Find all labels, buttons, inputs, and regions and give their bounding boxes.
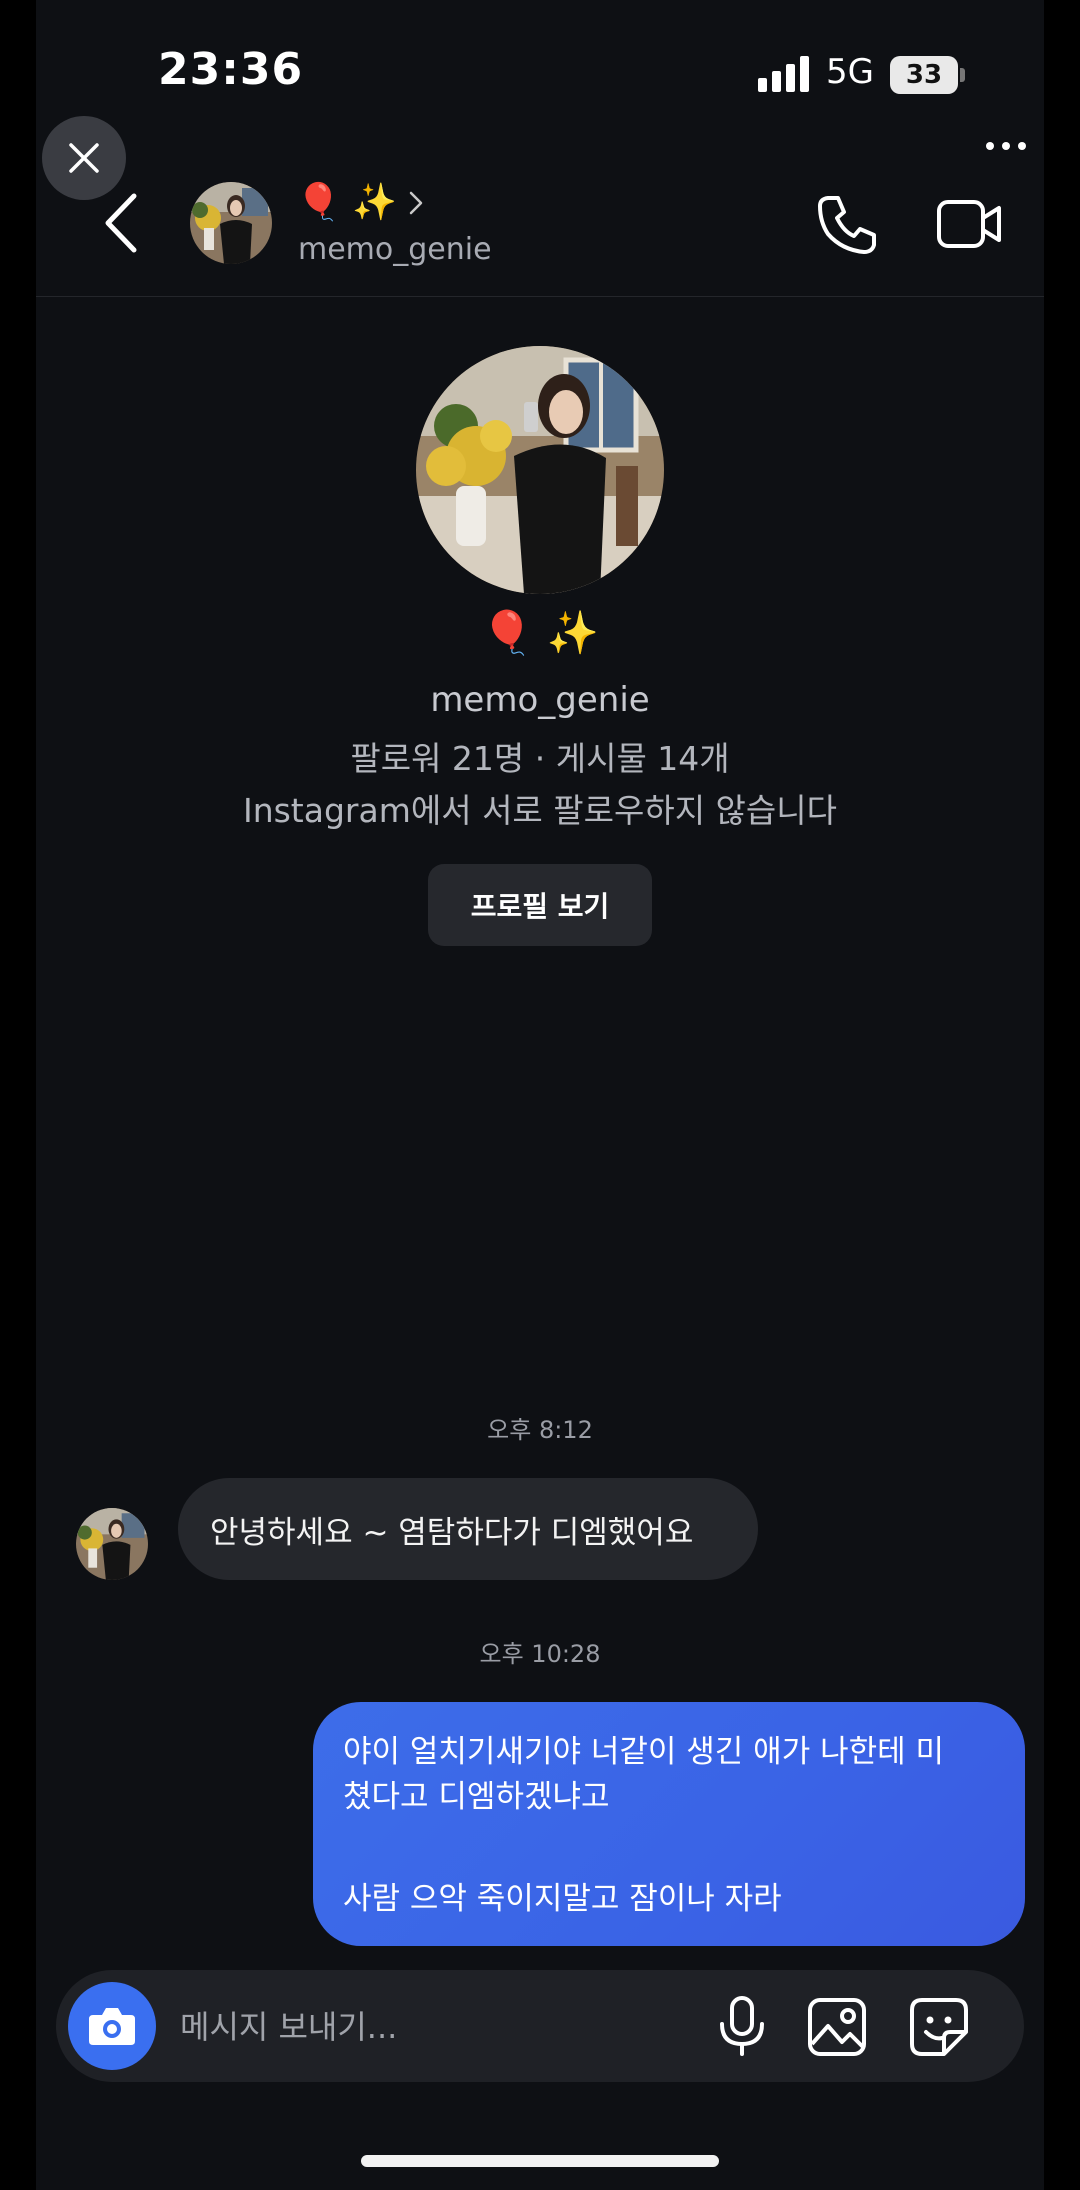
battery-tip: [960, 68, 965, 82]
signal-icon: [758, 56, 809, 92]
chat-screen: 23:36 5G 33 🎈 ✨ memo_genie 🎈 ✨ memo_geni…: [36, 0, 1044, 2190]
message-line: 사람 으악 죽이지말고 잠이나 자라: [343, 1881, 782, 1917]
camera-button[interactable]: [68, 1982, 156, 2070]
profile-emoji: 🎈 ✨: [481, 608, 599, 657]
follow-status-note: Instagram에서 서로 팔로우하지 않습니다: [242, 791, 838, 830]
header-display-name[interactable]: 🎈 ✨: [296, 178, 425, 228]
status-bar: 23:36 5G 33: [36, 0, 1044, 130]
message-line-break: [343, 1820, 995, 1877]
chat-header: 🎈 ✨ memo_genie: [36, 160, 1044, 297]
view-profile-button[interactable]: 프로필 보기: [428, 864, 652, 946]
camera-icon: [89, 2008, 135, 2045]
sticker-icon[interactable]: [908, 1996, 970, 2058]
status-time: 23:36: [158, 44, 304, 95]
message-line: 야이 얼치기새기야 너같이 생긴 애가 나한테 미: [343, 1734, 945, 1770]
avatar-photo: [190, 182, 272, 264]
message-timestamp: 오후 10:28: [479, 1640, 601, 1668]
profile-stats: 팔로워 21명 · 게시물 14개: [350, 739, 730, 778]
profile-photo: [416, 346, 664, 594]
chevron-right-icon: [409, 191, 423, 215]
more-icon[interactable]: [984, 138, 1028, 154]
incoming-message[interactable]: 안녕하세요 ~ 염탐하다가 디엠했어요: [178, 1478, 758, 1580]
back-icon[interactable]: [96, 190, 152, 256]
sender-avatar-photo: [76, 1508, 148, 1580]
microphone-icon[interactable]: [710, 1994, 774, 2058]
sender-avatar[interactable]: [76, 1508, 148, 1580]
profile-display-name: 🎈 ✨: [36, 612, 1044, 676]
phone-icon[interactable]: [814, 192, 880, 258]
outgoing-message[interactable]: 야이 얼치기새기야 너같이 생긴 애가 나한테 미 쳤다고 디엠하겠냐고 사람 …: [313, 1702, 1025, 1946]
home-indicator[interactable]: [361, 2155, 719, 2167]
gallery-icon[interactable]: [806, 1996, 868, 2058]
video-camera-icon[interactable]: [936, 196, 1004, 252]
profile-username: memo_genie: [430, 680, 650, 720]
display-name-emoji: 🎈 ✨: [296, 182, 398, 223]
message-line: 쳤다고 디엠하겠냐고: [343, 1779, 610, 1815]
header-username[interactable]: memo_genie: [298, 232, 492, 267]
message-composer: [56, 1970, 1024, 2082]
network-label: 5G: [826, 52, 874, 92]
message-input[interactable]: [178, 2000, 642, 2054]
battery-indicator: 33: [890, 56, 958, 94]
profile-avatar[interactable]: [416, 346, 664, 594]
message-timestamp: 오후 8:12: [487, 1416, 593, 1444]
avatar[interactable]: [190, 182, 272, 264]
